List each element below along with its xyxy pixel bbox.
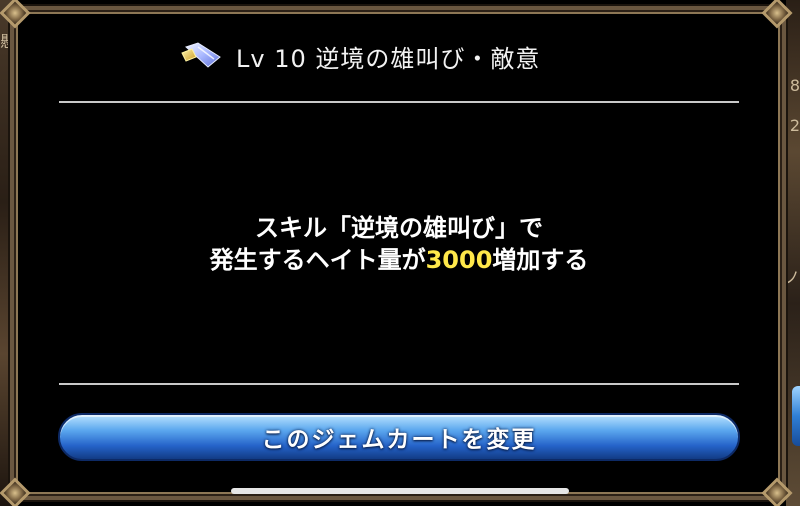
description-line-1: スキル「逆境の雄叫び」で bbox=[255, 214, 543, 242]
change-gem-cart-button[interactable]: このジェムカートを変更 bbox=[58, 413, 740, 461]
home-indicator[interactable] bbox=[231, 488, 569, 494]
change-gem-cart-button-label: このジェムカートを変更 bbox=[261, 427, 537, 453]
gem-effect-description: スキル「逆境の雄叫び」で 発生するヘイト量が3000増加する bbox=[59, 212, 739, 276]
description-line-2-prefix: 発生するヘイト量が bbox=[209, 246, 426, 274]
background-button-edge bbox=[792, 386, 800, 446]
description-line-2: 発生するヘイト量が3000増加する bbox=[59, 244, 739, 276]
background-right-glyph-2: 2 bbox=[789, 116, 800, 135]
divider-top bbox=[59, 101, 739, 103]
gem-cart-icon bbox=[181, 42, 221, 68]
divider-bottom bbox=[59, 383, 739, 385]
background-right-glyph-3: ノ bbox=[783, 268, 800, 287]
background-right-glyph-1: 8 bbox=[789, 76, 800, 95]
description-line-2-suffix: 増加する bbox=[492, 246, 589, 274]
dialog-title-row: Lv 10 逆境の雄叫び・敵意 bbox=[180, 36, 540, 76]
dialog-title: Lv 10 逆境の雄叫び・敵意 bbox=[236, 44, 541, 73]
hate-amount-value: 3000 bbox=[425, 246, 493, 274]
